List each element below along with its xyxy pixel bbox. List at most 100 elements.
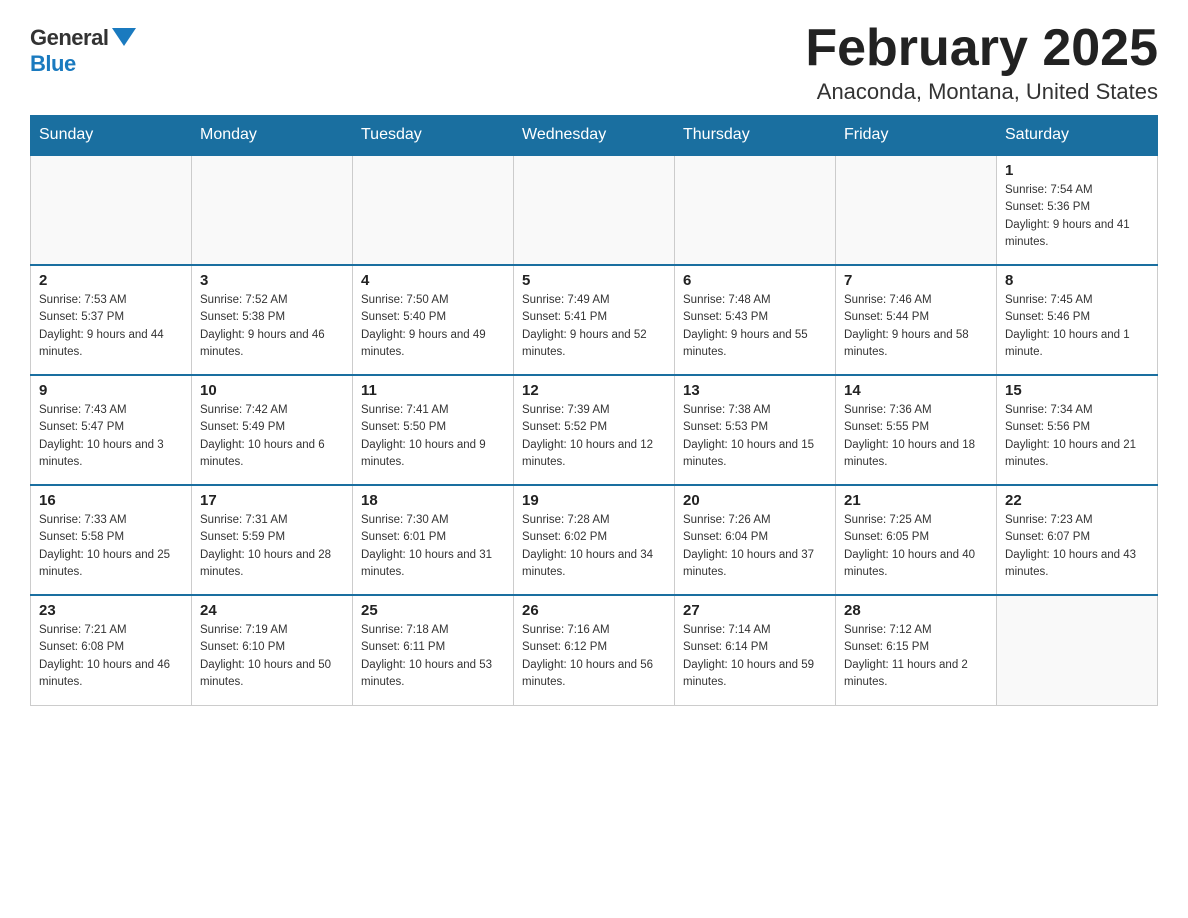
day-number: 17 [200, 492, 344, 509]
day-number: 18 [361, 492, 505, 509]
weekday-header-friday: Friday [836, 116, 997, 156]
day-number: 19 [522, 492, 666, 509]
day-info: Sunrise: 7:12 AMSunset: 6:15 PMDaylight:… [844, 622, 988, 691]
day-info: Sunrise: 7:23 AMSunset: 6:07 PMDaylight:… [1005, 512, 1149, 581]
day-number: 28 [844, 602, 988, 619]
day-number: 9 [39, 382, 183, 399]
calendar-week-row: 2 Sunrise: 7:53 AMSunset: 5:37 PMDaylight… [31, 265, 1158, 375]
day-number: 3 [200, 272, 344, 289]
weekday-header-monday: Monday [192, 116, 353, 156]
calendar-cell: 12 Sunrise: 7:39 AMSunset: 5:52 PMDayligh… [514, 375, 675, 485]
day-number: 14 [844, 382, 988, 399]
calendar-cell: 11 Sunrise: 7:41 AMSunset: 5:50 PMDayligh… [353, 375, 514, 485]
day-number: 5 [522, 272, 666, 289]
calendar-cell: 2 Sunrise: 7:53 AMSunset: 5:37 PMDaylight… [31, 265, 192, 375]
calendar-cell: 25 Sunrise: 7:18 AMSunset: 6:11 PMDayligh… [353, 595, 514, 705]
day-number: 20 [683, 492, 827, 509]
calendar-cell: 20 Sunrise: 7:26 AMSunset: 6:04 PMDayligh… [675, 485, 836, 595]
day-info: Sunrise: 7:31 AMSunset: 5:59 PMDaylight:… [200, 512, 344, 581]
calendar-cell [353, 155, 514, 265]
day-number: 4 [361, 272, 505, 289]
day-info: Sunrise: 7:28 AMSunset: 6:02 PMDaylight:… [522, 512, 666, 581]
day-info: Sunrise: 7:43 AMSunset: 5:47 PMDaylight:… [39, 402, 183, 471]
calendar-header-row: SundayMondayTuesdayWednesdayThursdayFrid… [31, 116, 1158, 156]
calendar-cell: 16Sunrise: 7:33 AMSunset: 5:58 PMDayligh… [31, 485, 192, 595]
day-number: 25 [361, 602, 505, 619]
day-info: Sunrise: 7:38 AMSunset: 5:53 PMDaylight:… [683, 402, 827, 471]
calendar-cell: 7 Sunrise: 7:46 AMSunset: 5:44 PMDaylight… [836, 265, 997, 375]
weekday-header-tuesday: Tuesday [353, 116, 514, 156]
calendar-cell [31, 155, 192, 265]
day-number: 2 [39, 272, 183, 289]
day-number: 23 [39, 602, 183, 619]
day-info: Sunrise: 7:36 AMSunset: 5:55 PMDaylight:… [844, 402, 988, 471]
logo: General Blue [30, 25, 136, 77]
calendar-cell: 14 Sunrise: 7:36 AMSunset: 5:55 PMDayligh… [836, 375, 997, 485]
calendar-cell: 10Sunrise: 7:42 AMSunset: 5:49 PMDayligh… [192, 375, 353, 485]
day-number: 24 [200, 602, 344, 619]
day-number: 11 [361, 382, 505, 399]
logo-blue-text: Blue [30, 51, 76, 77]
calendar-week-row: 1 Sunrise: 7:54 AMSunset: 5:36 PMDaylight… [31, 155, 1158, 265]
weekday-header-sunday: Sunday [31, 116, 192, 156]
day-info: Sunrise: 7:49 AMSunset: 5:41 PMDaylight:… [522, 292, 666, 361]
calendar-cell: 17 Sunrise: 7:31 AMSunset: 5:59 PMDayligh… [192, 485, 353, 595]
calendar-cell: 24Sunrise: 7:19 AMSunset: 6:10 PMDayligh… [192, 595, 353, 705]
day-info: Sunrise: 7:48 AMSunset: 5:43 PMDaylight:… [683, 292, 827, 361]
calendar-cell: 21 Sunrise: 7:25 AMSunset: 6:05 PMDayligh… [836, 485, 997, 595]
calendar-subtitle: Anaconda, Montana, United States [805, 79, 1158, 105]
calendar-title: February 2025 [805, 20, 1158, 77]
day-info: Sunrise: 7:30 AMSunset: 6:01 PMDaylight:… [361, 512, 505, 581]
day-info: Sunrise: 7:21 AMSunset: 6:08 PMDaylight:… [39, 622, 183, 691]
day-number: 10 [200, 382, 344, 399]
day-info: Sunrise: 7:26 AMSunset: 6:04 PMDaylight:… [683, 512, 827, 581]
day-info: Sunrise: 7:34 AMSunset: 5:56 PMDaylight:… [1005, 402, 1149, 471]
calendar-cell: 5 Sunrise: 7:49 AMSunset: 5:41 PMDaylight… [514, 265, 675, 375]
day-info: Sunrise: 7:53 AMSunset: 5:37 PMDaylight:… [39, 292, 183, 361]
day-info: Sunrise: 7:18 AMSunset: 6:11 PMDaylight:… [361, 622, 505, 691]
calendar-week-row: 9 Sunrise: 7:43 AMSunset: 5:47 PMDaylight… [31, 375, 1158, 485]
calendar-cell: 6 Sunrise: 7:48 AMSunset: 5:43 PMDaylight… [675, 265, 836, 375]
title-block: February 2025 Anaconda, Montana, United … [805, 20, 1158, 105]
calendar-table: SundayMondayTuesdayWednesdayThursdayFrid… [30, 115, 1158, 706]
calendar-cell: 4Sunrise: 7:50 AMSunset: 5:40 PMDaylight… [353, 265, 514, 375]
calendar-cell [192, 155, 353, 265]
day-number: 22 [1005, 492, 1149, 509]
calendar-cell: 27 Sunrise: 7:14 AMSunset: 6:14 PMDayligh… [675, 595, 836, 705]
calendar-cell: 19 Sunrise: 7:28 AMSunset: 6:02 PMDayligh… [514, 485, 675, 595]
calendar-cell: 26 Sunrise: 7:16 AMSunset: 6:12 PMDayligh… [514, 595, 675, 705]
day-info: Sunrise: 7:46 AMSunset: 5:44 PMDaylight:… [844, 292, 988, 361]
calendar-cell [836, 155, 997, 265]
day-number: 21 [844, 492, 988, 509]
page-header: General Blue February 2025 Anaconda, Mon… [30, 20, 1158, 105]
calendar-week-row: 23 Sunrise: 7:21 AMSunset: 6:08 PMDayligh… [31, 595, 1158, 705]
logo-general-text: General [30, 25, 108, 51]
day-info: Sunrise: 7:14 AMSunset: 6:14 PMDaylight:… [683, 622, 827, 691]
day-number: 26 [522, 602, 666, 619]
day-info: Sunrise: 7:41 AMSunset: 5:50 PMDaylight:… [361, 402, 505, 471]
calendar-cell: 23 Sunrise: 7:21 AMSunset: 6:08 PMDayligh… [31, 595, 192, 705]
day-number: 12 [522, 382, 666, 399]
day-number: 15 [1005, 382, 1149, 399]
day-number: 1 [1005, 162, 1149, 179]
calendar-cell: 28 Sunrise: 7:12 AMSunset: 6:15 PMDayligh… [836, 595, 997, 705]
day-number: 27 [683, 602, 827, 619]
day-info: Sunrise: 7:39 AMSunset: 5:52 PMDaylight:… [522, 402, 666, 471]
day-info: Sunrise: 7:45 AMSunset: 5:46 PMDaylight:… [1005, 292, 1149, 361]
calendar-cell: 18 Sunrise: 7:30 AMSunset: 6:01 PMDayligh… [353, 485, 514, 595]
day-number: 8 [1005, 272, 1149, 289]
calendar-cell [514, 155, 675, 265]
calendar-week-row: 16Sunrise: 7:33 AMSunset: 5:58 PMDayligh… [31, 485, 1158, 595]
calendar-cell: 8 Sunrise: 7:45 AMSunset: 5:46 PMDaylight… [997, 265, 1158, 375]
day-number: 6 [683, 272, 827, 289]
day-number: 13 [683, 382, 827, 399]
day-info: Sunrise: 7:52 AMSunset: 5:38 PMDaylight:… [200, 292, 344, 361]
calendar-cell: 15 Sunrise: 7:34 AMSunset: 5:56 PMDayligh… [997, 375, 1158, 485]
day-info: Sunrise: 7:16 AMSunset: 6:12 PMDaylight:… [522, 622, 666, 691]
day-info: Sunrise: 7:33 AMSunset: 5:58 PMDaylight:… [39, 512, 183, 581]
calendar-cell [997, 595, 1158, 705]
day-number: 7 [844, 272, 988, 289]
day-info: Sunrise: 7:54 AMSunset: 5:36 PMDaylight:… [1005, 182, 1149, 251]
day-info: Sunrise: 7:25 AMSunset: 6:05 PMDaylight:… [844, 512, 988, 581]
calendar-cell: 3 Sunrise: 7:52 AMSunset: 5:38 PMDaylight… [192, 265, 353, 375]
